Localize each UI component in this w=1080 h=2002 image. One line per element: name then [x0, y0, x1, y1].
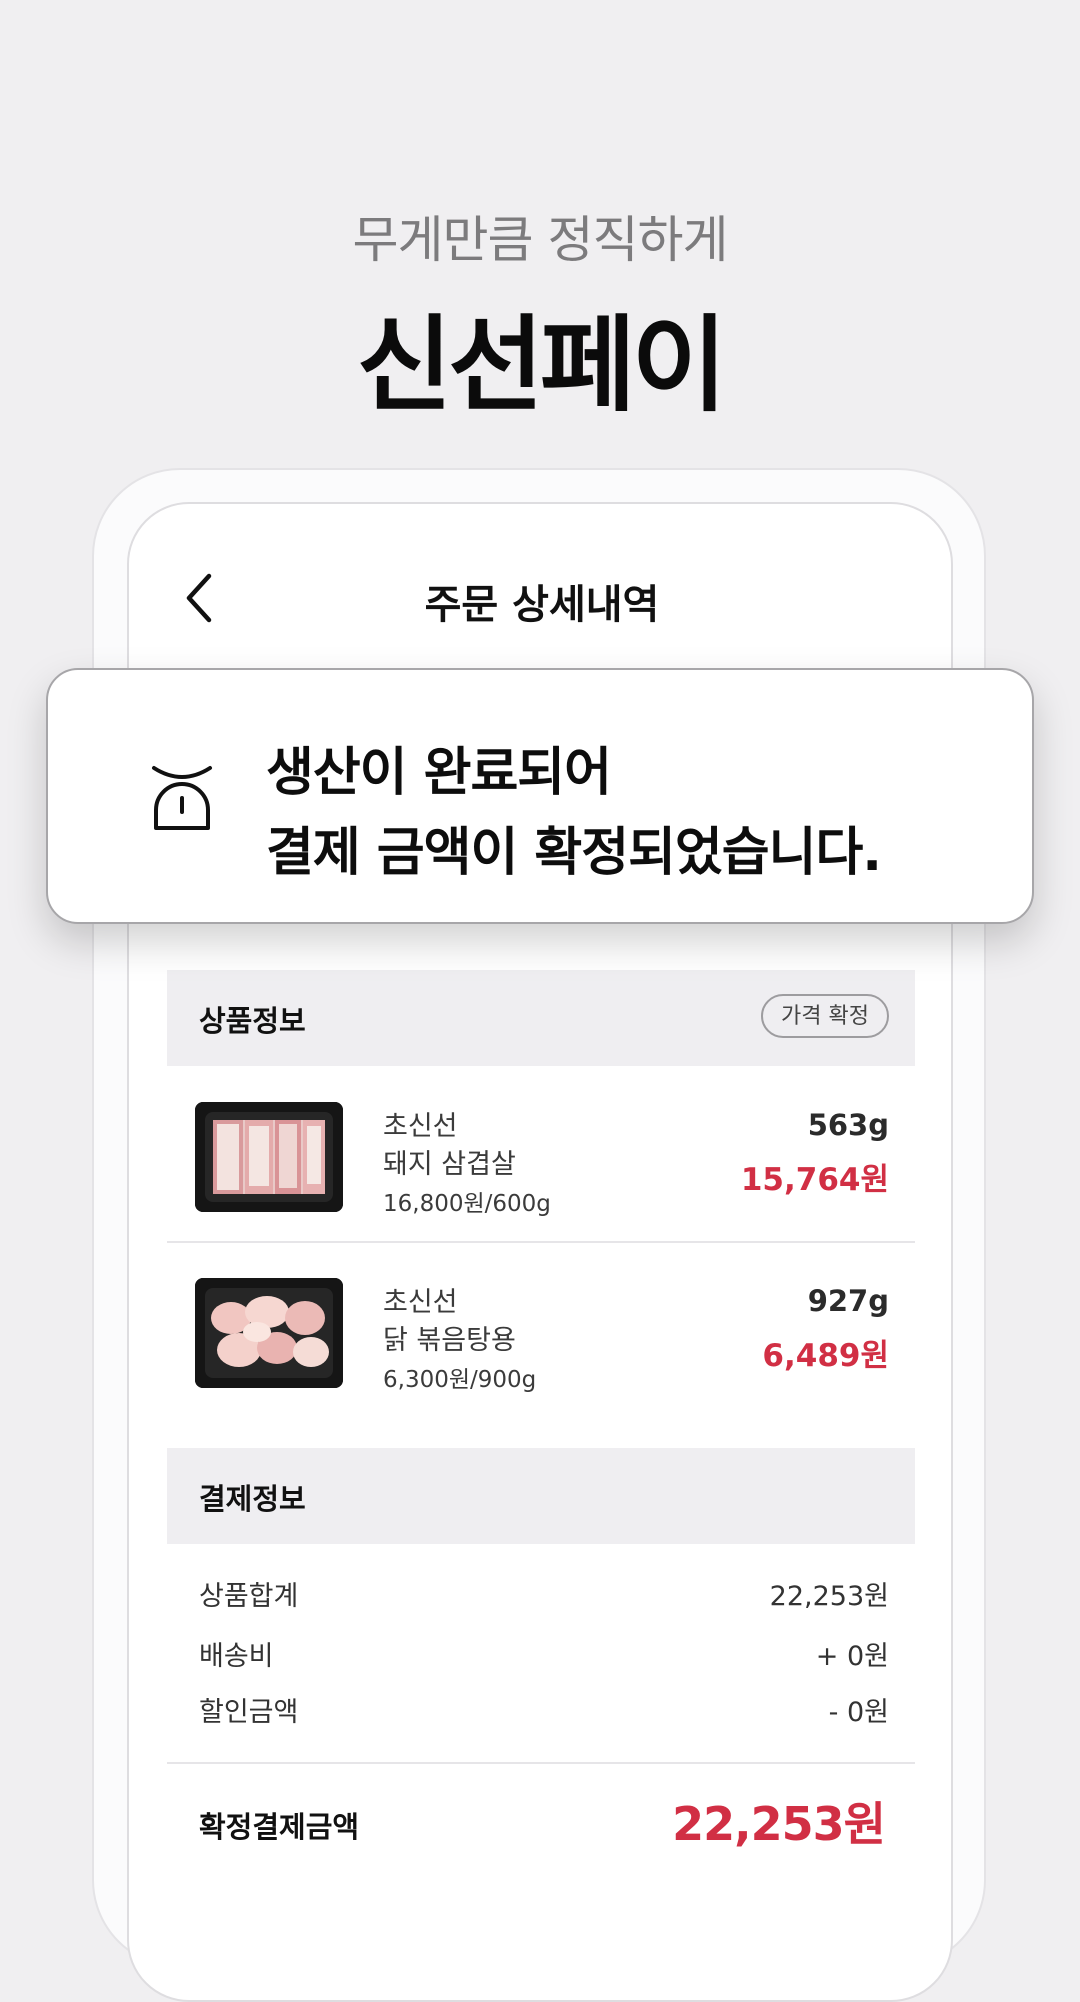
payment-row-label: 배송비 [199, 1641, 274, 1672]
product-row[interactable]: 초신선 돼지 삼겹살 16,800원/600g 563g 15,764원 [167, 1066, 915, 1243]
product-brand: 초신선 [383, 1287, 458, 1318]
product-price: 6,489원 [762, 1338, 889, 1374]
product-name: 닭 볶음탕용 [383, 1325, 516, 1356]
total-label: 확정결제금액 [199, 1810, 360, 1844]
product-name: 돼지 삼겹살 [383, 1149, 516, 1180]
tagline: 무게만큼 정직하게 [352, 211, 729, 269]
product-brand: 초신선 [383, 1111, 458, 1142]
page-title: 주문 상세내역 [424, 582, 660, 628]
payment-row-subtotal: 상품합계 22,253원 [167, 1574, 915, 1624]
payment-row-value: 22,253원 [769, 1581, 889, 1612]
product-unit-price: 16,800원/600g [383, 1191, 551, 1217]
payment-info-label: 결제정보 [199, 1482, 306, 1516]
confirmation-notice-card: 생산이 완료되어 결제 금액이 확정되었습니다. [46, 668, 1034, 924]
product-thumbnail-pork-belly [195, 1102, 343, 1212]
product-weight: 563g [807, 1108, 889, 1142]
product-info-header: 상품정보 가격 확정 [167, 970, 915, 1066]
notice-line-2: 결제 금액이 확정되었습니다. [266, 823, 882, 883]
payment-row-shipping: 배송비 + 0원 [167, 1634, 915, 1684]
divider [167, 1762, 915, 1764]
product-info-label: 상품정보 [199, 1004, 306, 1038]
product-row[interactable]: 초신선 닭 볶음탕용 6,300원/900g 927g 6,489원 [167, 1242, 915, 1417]
brand-title: 신선페이 [356, 304, 728, 426]
scale-icon [152, 766, 212, 830]
payment-row-label: 상품합계 [199, 1581, 299, 1612]
payment-row-value: + 0원 [815, 1641, 889, 1672]
total-value: 22,253원 [672, 1797, 886, 1851]
product-thumbnail-chicken [195, 1278, 343, 1388]
payment-row-label: 할인금액 [199, 1697, 299, 1728]
product-weight: 927g [807, 1284, 889, 1318]
payment-row-discount: 할인금액 - 0원 [167, 1690, 915, 1740]
payment-info-header: 결제정보 [167, 1448, 915, 1544]
product-unit-price: 6,300원/900g [383, 1367, 537, 1393]
product-price: 15,764원 [740, 1162, 889, 1198]
notice-line-1: 생산이 완료되어 [266, 743, 612, 803]
payment-row-value: - 0원 [828, 1697, 889, 1728]
price-confirmed-badge: 가격 확정 [761, 994, 889, 1038]
